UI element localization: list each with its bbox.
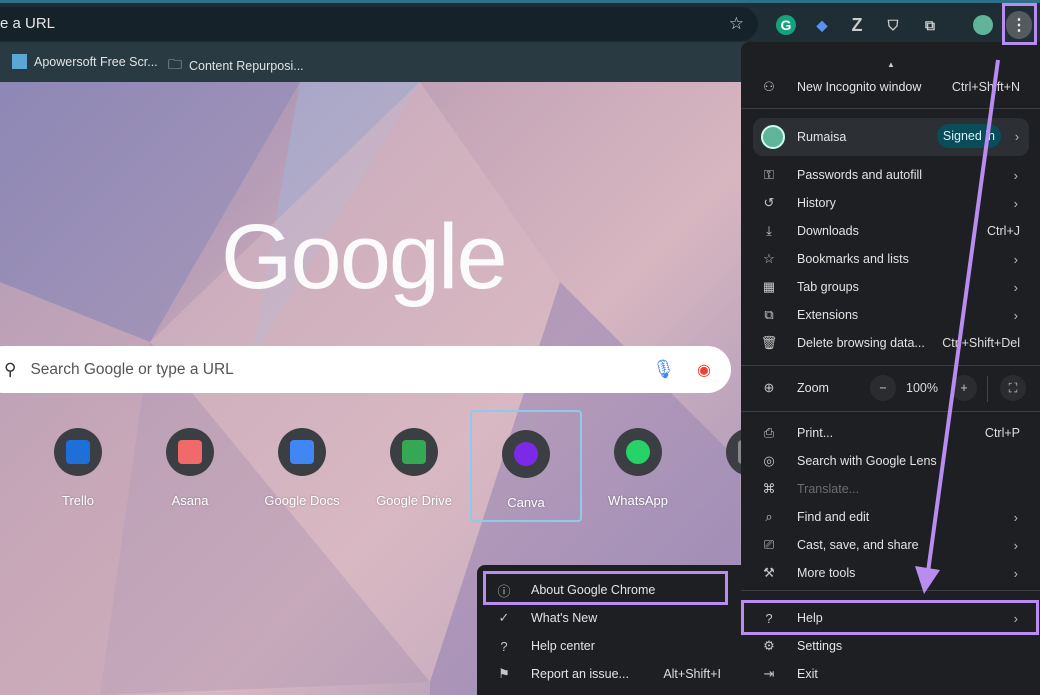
annotation-arrow	[915, 59, 1000, 594]
